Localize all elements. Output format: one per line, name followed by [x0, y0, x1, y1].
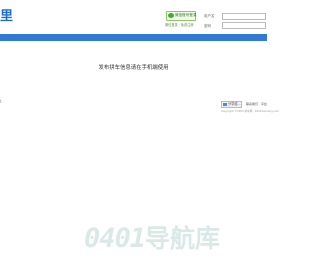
password-label: 密码 [204, 24, 211, 28]
nav-bar [0, 34, 267, 41]
account-label: 用户名 [204, 14, 215, 18]
wechat-links[interactable]: 微信登录 · 免费注册 [165, 23, 194, 27]
share-label: 分享给... [228, 102, 241, 106]
wechat-login-button[interactable]: 微信账号登录 [166, 11, 197, 21]
site-header: 里 微信账号登录 微信登录 · 免费注册 用户名 密码 [0, 0, 267, 34]
wechat-login-label: 微信账号登录 [175, 13, 197, 17]
copyright-text: Copyright ©2023 拼车网 · 0401daohang.com [221, 110, 280, 113]
watermark-text: 导航库 [145, 224, 221, 253]
password-input[interactable] [222, 22, 266, 29]
site-logo[interactable]: 里 [0, 9, 13, 24]
share-button[interactable]: 分享给... [221, 101, 242, 108]
watermark-logo: 0401导航库 [84, 222, 220, 256]
wechat-icon [168, 13, 174, 18]
watermark-code: 0401 [84, 223, 146, 254]
left-edge-text: t [0, 99, 2, 104]
mobile-only-notice: 发布拼车信息请在手机端使用 [98, 65, 169, 71]
footer-links[interactable]: 联系我们 · 平台 [246, 102, 267, 106]
share-icon [223, 103, 227, 106]
account-input[interactable] [222, 13, 266, 20]
